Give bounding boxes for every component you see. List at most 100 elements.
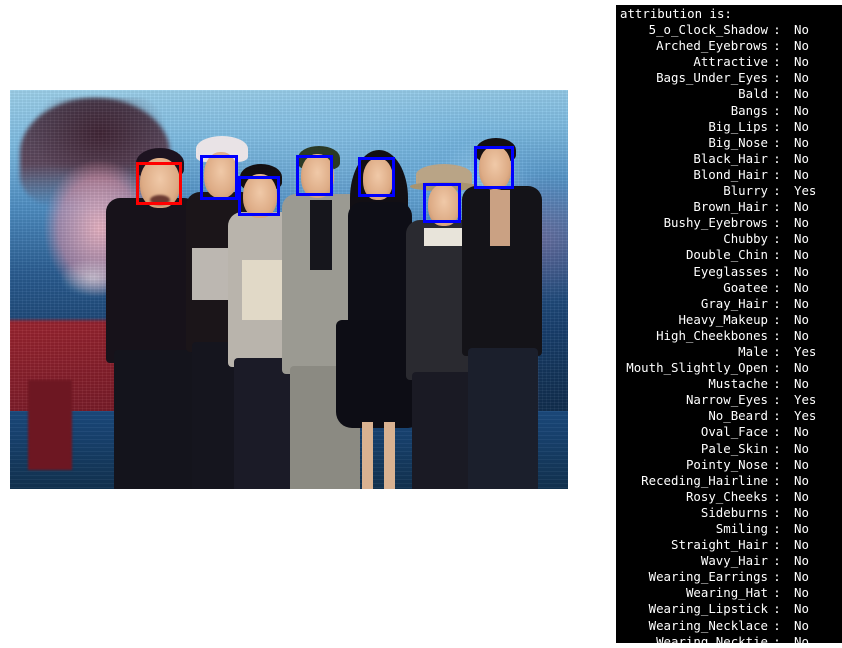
attribute-row: Wearing_Lipstick: No bbox=[616, 601, 842, 617]
attribute-row: Bushy_Eyebrows: No bbox=[616, 215, 842, 231]
attribute-value: Yes bbox=[794, 183, 817, 199]
attribute-separator: : bbox=[773, 166, 781, 182]
attribute-value: No bbox=[794, 215, 809, 231]
attribute-separator: : bbox=[773, 263, 781, 279]
person-5-leg-right bbox=[384, 422, 395, 489]
attribute-row: High_Cheekbones: No bbox=[616, 328, 842, 344]
attribute-value: No bbox=[794, 70, 809, 86]
attribute-label: Arched_Eyebrows bbox=[656, 38, 768, 54]
attribute-row: Straight_Hair: No bbox=[616, 537, 842, 553]
attribute-label: Smiling bbox=[715, 521, 768, 536]
face-box-3[interactable] bbox=[238, 176, 280, 216]
attribute-row: Eyeglasses: No bbox=[616, 264, 842, 280]
face-box-6[interactable] bbox=[423, 183, 461, 223]
attribute-value: No bbox=[794, 537, 809, 553]
attribute-separator: : bbox=[773, 488, 781, 504]
attribute-row: Bangs: No bbox=[616, 103, 842, 119]
attribute-label: Wearing_Earrings bbox=[648, 569, 768, 585]
attribute-value: No bbox=[794, 295, 809, 311]
face-box-1[interactable] bbox=[136, 162, 182, 205]
attribute-label: Sideburns bbox=[700, 504, 768, 520]
person-7-chest bbox=[490, 190, 510, 246]
face-box-4[interactable] bbox=[296, 155, 333, 196]
attribute-row: Blurry: Yes bbox=[616, 183, 842, 199]
attribute-separator: : bbox=[773, 392, 781, 408]
attribute-label: Big_Lips bbox=[708, 118, 768, 134]
attribute-label: Bags_Under_Eyes bbox=[656, 70, 768, 86]
attribute-row: Wearing_Earrings: No bbox=[616, 569, 842, 585]
attribute-row: Rosy_Cheeks: No bbox=[616, 489, 842, 505]
attribute-separator: : bbox=[773, 360, 781, 376]
attribute-row: Pointy_Nose: No bbox=[616, 457, 842, 473]
attribute-separator: : bbox=[773, 343, 781, 359]
attribute-label: Rosy_Cheeks bbox=[685, 488, 768, 504]
attribute-row: Double_Chin: No bbox=[616, 247, 842, 263]
attribute-label: Mustache bbox=[708, 376, 768, 392]
attribute-separator: : bbox=[773, 569, 781, 585]
attribute-label: Blond_Hair bbox=[693, 166, 768, 182]
attribute-label: Oval_Face bbox=[700, 424, 768, 440]
face-box-5[interactable] bbox=[358, 157, 395, 197]
attribute-row: Attractive: No bbox=[616, 54, 842, 70]
attribute-separator: : bbox=[773, 247, 781, 263]
attribute-row: Arched_Eyebrows: No bbox=[616, 38, 842, 54]
attribute-row: Narrow_Eyes: Yes bbox=[616, 392, 842, 408]
attribute-label: Narrow_Eyes bbox=[685, 392, 768, 408]
attribute-separator: : bbox=[773, 633, 781, 643]
attribute-separator: : bbox=[773, 295, 781, 311]
attribute-value: No bbox=[794, 633, 809, 643]
attribute-label: Wearing_Necktie bbox=[656, 633, 768, 643]
attribute-label: Blurry bbox=[723, 183, 768, 199]
attribute-label: Eyeglasses bbox=[693, 263, 768, 279]
attribute-value: Yes bbox=[794, 343, 817, 359]
attribute-row: Big_Lips: No bbox=[616, 119, 842, 135]
attribute-row: Mouth_Slightly_Open: No bbox=[616, 360, 842, 376]
attribute-value: No bbox=[794, 54, 809, 70]
attribute-value: No bbox=[794, 376, 809, 392]
attribute-row: Heavy_Makeup: No bbox=[616, 312, 842, 328]
attribute-value: Yes bbox=[794, 408, 817, 424]
attribute-label: Black_Hair bbox=[693, 150, 768, 166]
person-3-legs bbox=[234, 358, 298, 489]
attribute-value: No bbox=[794, 134, 809, 150]
attribute-value: No bbox=[794, 86, 809, 102]
attribute-row: Pale_Skin: No bbox=[616, 441, 842, 457]
attribute-separator: : bbox=[773, 456, 781, 472]
attribute-label: Bushy_Eyebrows bbox=[663, 215, 768, 231]
attribute-label: Straight_Hair bbox=[671, 537, 768, 553]
attribute-row: Receding_Hairline: No bbox=[616, 473, 842, 489]
attribute-value: No bbox=[794, 150, 809, 166]
attribute-value: No bbox=[794, 247, 809, 263]
chair-left bbox=[28, 380, 72, 470]
person-1-torso bbox=[106, 198, 198, 363]
attribute-row: Mustache: No bbox=[616, 376, 842, 392]
attribute-value: No bbox=[794, 311, 809, 327]
attribute-label: Bangs bbox=[730, 102, 768, 118]
attribute-separator: : bbox=[773, 38, 781, 54]
attribute-label: Chubby bbox=[723, 231, 768, 247]
attribute-panel-header: attribution is: bbox=[620, 6, 732, 21]
attribute-row: Sideburns: No bbox=[616, 505, 842, 521]
person-6-collar bbox=[424, 228, 464, 246]
attribute-label: 5_o_Clock_Shadow bbox=[648, 22, 768, 38]
person-5-dress-top bbox=[348, 202, 412, 332]
attribute-value: No bbox=[794, 601, 809, 617]
face-box-2[interactable] bbox=[200, 155, 238, 200]
attribute-label: Wearing_Necklace bbox=[648, 617, 768, 633]
attribute-value: No bbox=[794, 102, 809, 118]
attribute-separator: : bbox=[773, 215, 781, 231]
attribute-label: Receding_Hairline bbox=[641, 472, 768, 488]
attribute-label: Gray_Hair bbox=[700, 295, 768, 311]
attribute-value: No bbox=[794, 327, 809, 343]
face-box-7[interactable] bbox=[474, 146, 514, 189]
attribute-row: Smiling: No bbox=[616, 521, 842, 537]
attribute-value: No bbox=[794, 521, 809, 536]
attribute-value: No bbox=[794, 456, 809, 472]
attribute-separator: : bbox=[773, 311, 781, 327]
person-5-leg-left bbox=[362, 422, 373, 489]
attribute-label: Double_Chin bbox=[685, 247, 768, 263]
attribute-value: No bbox=[794, 263, 809, 279]
attribute-rows: 5_o_Clock_Shadow: No Arched_Eyebrows: No Att… bbox=[616, 22, 842, 643]
attribute-separator: : bbox=[773, 150, 781, 166]
attribute-separator: : bbox=[773, 376, 781, 392]
